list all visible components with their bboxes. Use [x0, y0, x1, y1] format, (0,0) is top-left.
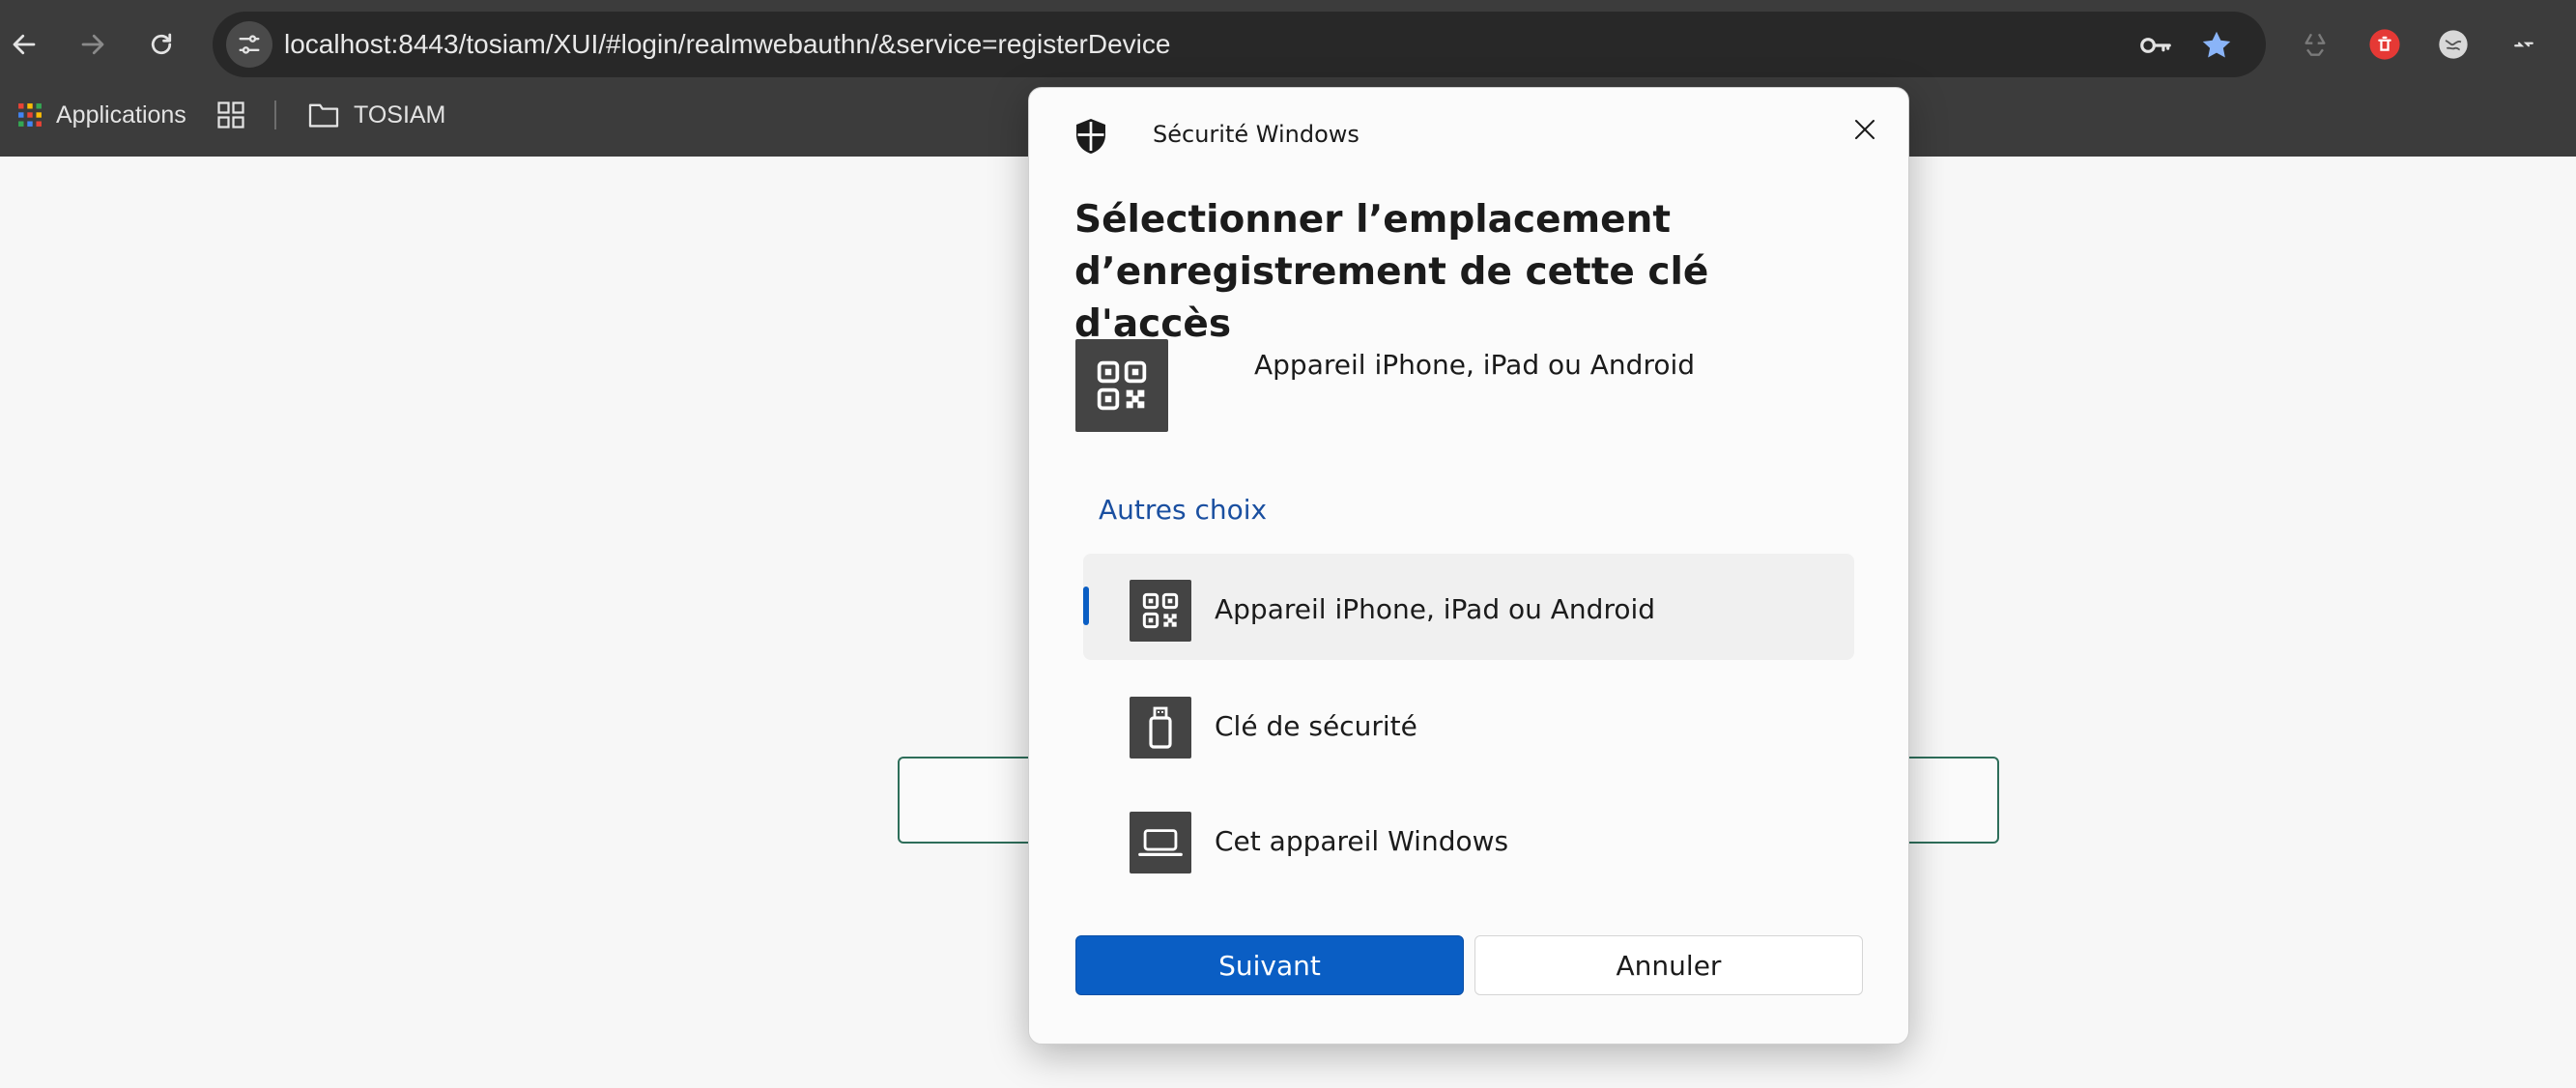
cancel-button[interactable]: Annuler [1474, 935, 1863, 995]
bookmark-star-button[interactable] [2196, 25, 2237, 66]
usb-key-icon [1130, 697, 1191, 759]
laptop-icon [1130, 812, 1191, 873]
key-icon [2140, 38, 2171, 53]
address-bar[interactable]: localhost:8443/tosiam/XUI/#login/realmwe… [213, 12, 2266, 77]
back-button[interactable] [1, 21, 47, 68]
trash-badge-icon [2369, 29, 2400, 60]
dialog-title-line1: Sélectionner l’emplacement [1074, 198, 1672, 242]
option-windows-device-label: Cet appareil Windows [1215, 825, 1509, 857]
browser-toolbar: localhost:8443/tosiam/XUI/#login/realmwe… [0, 0, 2576, 89]
next-button[interactable]: Suivant [1075, 935, 1464, 995]
bookmark-applications[interactable]: Applications [17, 89, 186, 141]
qr-code-icon [1130, 580, 1191, 642]
option-security-key-label: Clé de sécurité [1215, 710, 1417, 742]
option-this-windows-device[interactable]: Cet appareil Windows [1083, 786, 1854, 892]
selection-indicator [1083, 587, 1089, 625]
option-phone-label: Appareil iPhone, iPad ou Android [1215, 593, 1656, 625]
arrow-left-icon [13, 34, 36, 55]
bookmark-tab-groups[interactable] [216, 89, 245, 141]
star-icon [2202, 31, 2231, 58]
other-choices-heading: Autres choix [1099, 494, 1268, 526]
arrow-right-icon [81, 34, 104, 55]
extension-menu-button[interactable] [2503, 23, 2545, 66]
url-text[interactable]: localhost:8443/tosiam/XUI/#login/realmwe… [284, 12, 1170, 77]
puzzle-icon [2514, 42, 2533, 47]
qr-code-icon [1075, 339, 1168, 432]
reload-icon [151, 33, 172, 55]
primary-option-label: Appareil iPhone, iPad ou Android [1254, 349, 1696, 381]
windows-security-dialog: Sécurité Windows Sélectionner l’emplacem… [1028, 87, 1909, 1045]
tab-grid-icon [217, 101, 244, 129]
shield-icon [1076, 119, 1105, 154]
option-phone-device[interactable]: Appareil iPhone, iPad ou Android [1083, 554, 1854, 660]
bookmark-folder-tosiam[interactable]: TOSIAM [307, 89, 445, 141]
bookmark-applications-label: Applications [56, 100, 186, 129]
dialog-caption: Sécurité Windows [1153, 121, 1360, 148]
close-button[interactable] [1841, 105, 1889, 154]
password-key-button[interactable] [2135, 25, 2176, 66]
extension-recycle-button[interactable] [2294, 23, 2336, 66]
bookmark-folder-label: TOSIAM [354, 100, 446, 129]
site-info-button[interactable] [226, 21, 272, 68]
folder-icon [308, 103, 339, 128]
option-security-key[interactable]: Clé de sécurité [1083, 671, 1854, 777]
bookmarks-separator [274, 100, 276, 129]
reload-button[interactable] [138, 21, 185, 68]
dialog-title-line2: d’enregistrement de cette clé d'accès [1074, 250, 1709, 346]
recycle-icon [2304, 33, 2326, 56]
dialog-title: Sélectionner l’emplacement d’enregistrem… [1074, 194, 1867, 351]
tune-icon [239, 35, 260, 54]
forward-button[interactable] [70, 21, 116, 68]
apps-grid-icon [18, 103, 42, 127]
globe-badge-icon [2439, 30, 2468, 59]
extension-globe-button[interactable] [2432, 23, 2475, 66]
extension-red-button[interactable] [2363, 23, 2406, 66]
primary-option[interactable]: Appareil iPhone, iPad ou Android [1075, 339, 1848, 436]
close-icon [1855, 120, 1875, 139]
